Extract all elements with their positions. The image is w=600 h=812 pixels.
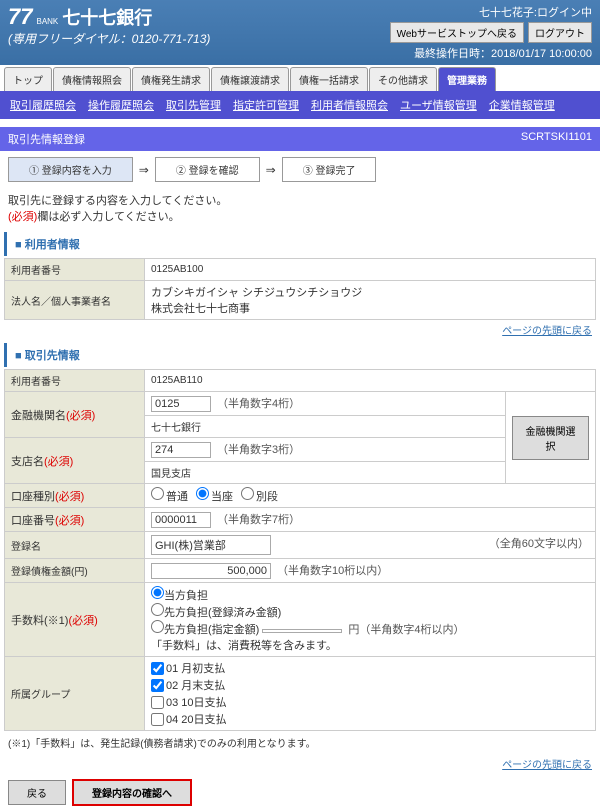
lbl-account-no: 口座番号(必須) (5, 508, 145, 532)
radio-fee-senpou-spec[interactable] (151, 620, 164, 633)
val-branch-name: 国見支店 (145, 462, 506, 484)
page-title-bar: 取引先情報登録 SCRTSKI1101 (0, 127, 600, 151)
account-type-radios: 普通 当座 別段 (151, 487, 589, 504)
tab-ikkatsu[interactable]: 債権一括請求 (290, 67, 368, 91)
check-g04[interactable] (151, 713, 164, 726)
group-checks: 01 月初支払 02 月末支払 03 10日支払 04 20日支払 (151, 660, 589, 727)
lbl-group: 所属グループ (5, 657, 145, 731)
header-bar: 77 BANK 七十七銀行 (専用フリーダイヤル：0120-771-713) 七… (0, 0, 600, 65)
logo-77: 77 (8, 4, 32, 30)
instruction-note: 取引先に登録する内容を入力してください。 (必須)欄は必ず入力してください。 (0, 188, 600, 228)
val-fee: 当方負担 先方負担(登録済み金額) 先方負担(指定金額) 円（半角数字4桁以内）… (145, 583, 596, 657)
section-partner-info: ■ 取引先情報 (4, 343, 600, 367)
lbl-branch: 支店名(必須) (5, 438, 145, 484)
fee-amount-input[interactable] (262, 629, 342, 633)
subnav-torihiki-rireki[interactable]: 取引履歴照会 (10, 97, 76, 113)
confirm-button[interactable]: 登録内容の確認へ (72, 779, 192, 806)
tab-top[interactable]: トップ (4, 67, 52, 91)
note-line1: 取引先に登録する内容を入力してください。 (8, 192, 592, 208)
tab-hassei[interactable]: 債権発生請求 (132, 67, 210, 91)
partner-info-table: 利用者番号 0125AB110 金融機関名(必須) 0125（半角数字4桁） 金… (4, 369, 596, 731)
lbl-user-no: 利用者番号 (5, 259, 145, 281)
check-g02[interactable] (151, 679, 164, 692)
step-2: ② 登録を確認 (155, 157, 260, 182)
radio-touza[interactable] (196, 487, 209, 500)
note-line2: 欄は必ず入力してください。 (37, 211, 179, 223)
radio-fee-touhou[interactable] (151, 586, 164, 599)
radio-fee-senpou-reg[interactable] (151, 603, 164, 616)
lbl-account-type: 口座種別(必須) (5, 484, 145, 508)
page-code: SCRTSKI1101 (521, 131, 592, 147)
required-mark: (必須) (8, 211, 37, 223)
subnav-kigyou[interactable]: 企業情報管理 (489, 97, 555, 113)
lbl-reg-name: 登録名 (5, 532, 145, 559)
subnav-user[interactable]: ユーザ情報管理 (400, 97, 477, 113)
branch-code-input[interactable]: 274 (151, 442, 211, 458)
subnav-riyousha[interactable]: 利用者情報照会 (311, 97, 388, 113)
bank-search-button[interactable]: 金融機関選択 (512, 416, 589, 460)
arrow-icon: ⇒ (139, 163, 149, 177)
check-g01[interactable] (151, 662, 164, 675)
logout-button[interactable]: ログアウト (528, 22, 592, 43)
footnote: (※1)「手数料」は、発生記録(債務者請求)でのみの利用となります。 (0, 731, 600, 754)
val-bank-name: 七十七銀行 (145, 416, 506, 438)
section-user-info: ■ 利用者情報 (4, 232, 600, 256)
step-indicator: ① 登録内容を入力 ⇒ ② 登録を確認 ⇒ ③ 登録完了 (0, 151, 600, 188)
amount-input[interactable]: 500,000 (151, 563, 271, 579)
login-user: 七十七花子:ログイン中 (479, 4, 592, 20)
logo-bank-text: BANK (36, 17, 58, 26)
footer-buttons: 戻る 登録内容の確認へ (0, 773, 600, 812)
check-g03[interactable] (151, 696, 164, 709)
bank-name: 七十七銀行 (62, 4, 152, 30)
user-info-table: 利用者番号 0125AB100 法人名／個人事業者名 カブシキガイシャ シチジュ… (4, 258, 596, 320)
bank-code-input[interactable]: 0125 (151, 396, 211, 412)
reg-name-input[interactable]: GHI(株)営業部 (151, 535, 271, 555)
arrow-icon: ⇒ (266, 163, 276, 177)
val-bank-code: 0125（半角数字4桁） (145, 392, 506, 416)
val-branch-code: 274（半角数字3桁） (145, 438, 506, 462)
page-title: 取引先情報登録 (8, 131, 85, 147)
radio-betsudan[interactable] (241, 487, 254, 500)
tab-saiken-shoukai[interactable]: 債権情報照会 (53, 67, 131, 91)
tab-kanri[interactable]: 管理業務 (438, 67, 496, 91)
lbl-partner-no: 利用者番号 (5, 370, 145, 392)
tab-sonota[interactable]: その他請求 (369, 67, 437, 91)
lbl-amount: 登録債権金額(円) (5, 559, 145, 583)
last-op-time: 最終操作日時：2018/01/17 10:00:00 (414, 45, 592, 61)
free-dial: (専用フリーダイヤル：0120-771-713) (8, 30, 210, 47)
page-top-link[interactable]: ページの先頭に戻る (502, 326, 592, 337)
back-button[interactable]: 戻る (8, 780, 66, 805)
subnav-sousa-rireki[interactable]: 操作履歴照会 (88, 97, 154, 113)
tab-jouto[interactable]: 債権譲渡請求 (211, 67, 289, 91)
val-corp-name: カブシキガイシャ シチジュウシチショウジ 株式会社七十七商事 (145, 281, 596, 320)
account-no-input[interactable]: 0000011 (151, 512, 211, 528)
lbl-corp-name: 法人名／個人事業者名 (5, 281, 145, 320)
radio-futsuu[interactable] (151, 487, 164, 500)
step-3: ③ 登録完了 (282, 157, 377, 182)
ws-top-button[interactable]: Webサービストップへ戻る (390, 22, 524, 43)
page-top-link[interactable]: ページの先頭に戻る (502, 760, 592, 771)
main-tabs: トップ 債権情報照会 債権発生請求 債権譲渡請求 債権一括請求 その他請求 管理… (0, 67, 600, 91)
subnav-torihikisaki[interactable]: 取引先管理 (166, 97, 221, 113)
step-1: ① 登録内容を入力 (8, 157, 133, 182)
sub-nav: 取引履歴照会 操作履歴照会 取引先管理 指定許可管理 利用者情報照会 ユーザ情報… (0, 91, 600, 119)
lbl-bank: 金融機関名(必須) (5, 392, 145, 438)
subnav-shitei-kyoka[interactable]: 指定許可管理 (233, 97, 299, 113)
val-user-no: 0125AB100 (145, 259, 596, 281)
lbl-fee: 手数料(※1)(必須) (5, 583, 145, 657)
val-partner-no: 0125AB110 (145, 370, 596, 392)
